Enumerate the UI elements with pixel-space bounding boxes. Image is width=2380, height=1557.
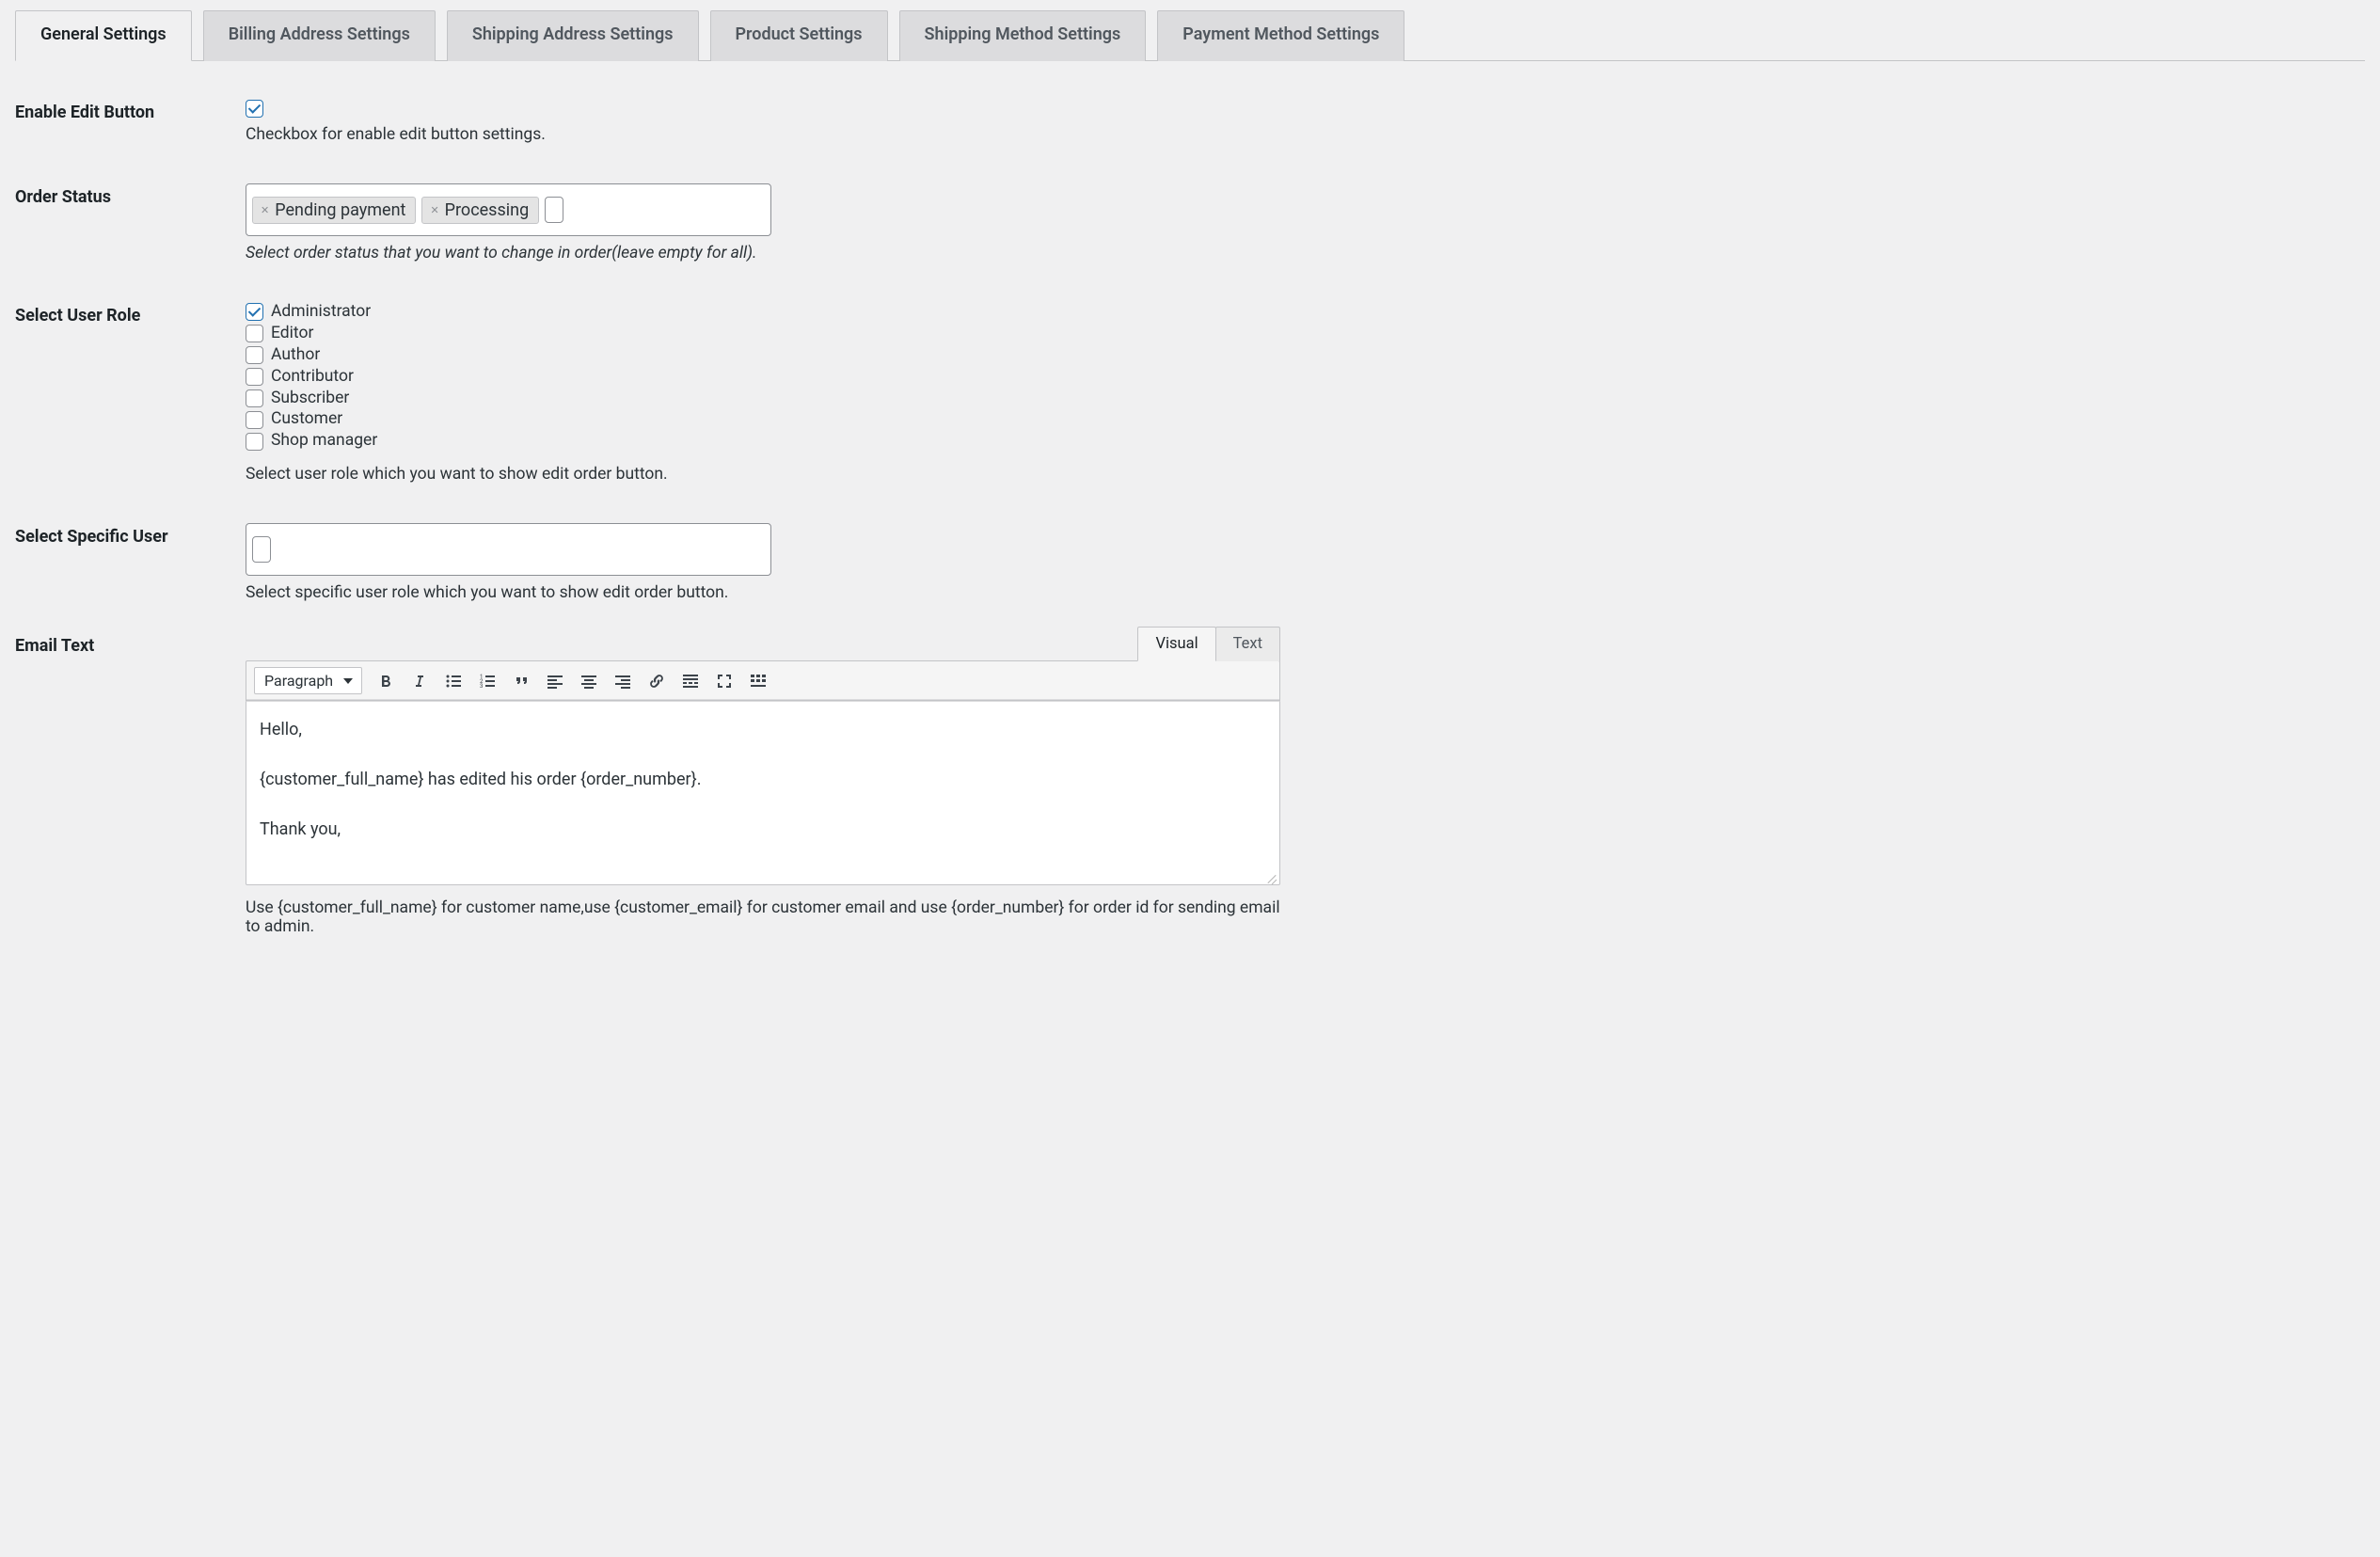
tab-payment-method[interactable]: Payment Method Settings [1157,10,1404,61]
remove-tag-icon[interactable] [430,203,438,216]
role-option-editor[interactable]: Editor [246,324,1280,344]
user-role-list: Administrator Editor Author Contributor … [246,302,1280,452]
role-label: Administrator [271,302,371,323]
email-text-desc: Use {customer_full_name} for customer na… [246,898,1280,936]
role-option-shop-manager[interactable]: Shop manager [246,431,1280,452]
role-checkbox[interactable] [246,368,263,386]
email-text-label: Email Text [15,630,246,964]
enable-edit-desc: Checkbox for enable edit button settings… [246,125,1280,144]
number-list-icon[interactable]: 123 [477,671,498,691]
role-option-contributor[interactable]: Contributor [246,367,1280,388]
tag-input[interactable] [545,197,563,223]
tab-shipping[interactable]: Shipping Address Settings [447,10,699,61]
editor-content[interactable]: Hello, {customer_full_name} has edited h… [246,701,1280,885]
role-label: Subscriber [271,389,349,409]
align-left-icon[interactable] [545,671,565,691]
email-editor: Visual Text Paragraph 123 [246,627,1280,885]
order-status-label: Order Status [15,172,246,291]
specific-user-label: Select Specific User [15,512,246,630]
enable-edit-checkbox[interactable] [246,100,263,118]
editor-tab-text[interactable]: Text [1215,627,1280,661]
read-more-icon[interactable] [680,671,701,691]
toolbar-toggle-icon[interactable] [748,671,769,691]
fullscreen-icon[interactable] [714,671,735,691]
editor-toolbar: Paragraph 123 [246,660,1280,701]
tab-general[interactable]: General Settings [15,10,192,61]
role-checkbox[interactable] [246,325,263,342]
email-line: Thank you, [260,817,1266,842]
svg-text:3: 3 [480,683,483,690]
align-center-icon[interactable] [579,671,599,691]
role-option-administrator[interactable]: Administrator [246,302,1280,323]
role-label: Shop manager [271,431,377,452]
role-checkbox[interactable] [246,303,263,321]
tab-product[interactable]: Product Settings [710,10,888,61]
role-label: Contributor [271,367,354,388]
bold-icon[interactable] [375,671,396,691]
specific-user-select[interactable] [246,523,771,576]
editor-mode-tabs: Visual Text [246,627,1280,661]
order-status-tag: Pending payment [252,197,416,224]
user-role-label: Select User Role [15,291,246,512]
role-option-customer[interactable]: Customer [246,409,1280,430]
order-status-select[interactable]: Pending payment Processing [246,183,771,236]
resize-handle-icon[interactable] [1266,871,1277,882]
role-checkbox[interactable] [246,411,263,429]
role-checkbox[interactable] [246,433,263,451]
tag-label: Pending payment [275,200,405,220]
specific-user-desc: Select specific user role which you want… [246,583,1280,602]
italic-icon[interactable] [409,671,430,691]
settings-tabs: General Settings Billing Address Setting… [15,9,2365,61]
bullet-list-icon[interactable] [443,671,464,691]
role-checkbox[interactable] [246,389,263,407]
tag-label: Processing [445,200,530,220]
blockquote-icon[interactable] [511,671,532,691]
role-label: Editor [271,324,313,344]
role-label: Customer [271,409,342,430]
tab-billing[interactable]: Billing Address Settings [203,10,436,61]
role-checkbox[interactable] [246,346,263,364]
email-line: {customer_full_name} has edited his orde… [260,767,1266,792]
order-status-tag: Processing [421,197,539,224]
role-option-author[interactable]: Author [246,345,1280,366]
enable-edit-label: Enable Edit Button [15,87,246,172]
editor-tab-visual[interactable]: Visual [1137,627,1215,661]
settings-form: Enable Edit Button Checkbox for enable e… [15,87,1280,964]
role-option-subscriber[interactable]: Subscriber [246,389,1280,409]
align-right-icon[interactable] [612,671,633,691]
user-role-desc: Select user role which you want to show … [246,465,1280,484]
email-line: Hello, [260,717,1266,742]
remove-tag-icon[interactable] [261,203,269,216]
tab-shipping-method[interactable]: Shipping Method Settings [899,10,1147,61]
link-icon[interactable] [646,671,667,691]
format-select[interactable]: Paragraph [254,667,362,694]
role-label: Author [271,345,320,366]
order-status-desc: Select order status that you want to cha… [246,244,1280,262]
tag-input[interactable] [252,536,271,563]
